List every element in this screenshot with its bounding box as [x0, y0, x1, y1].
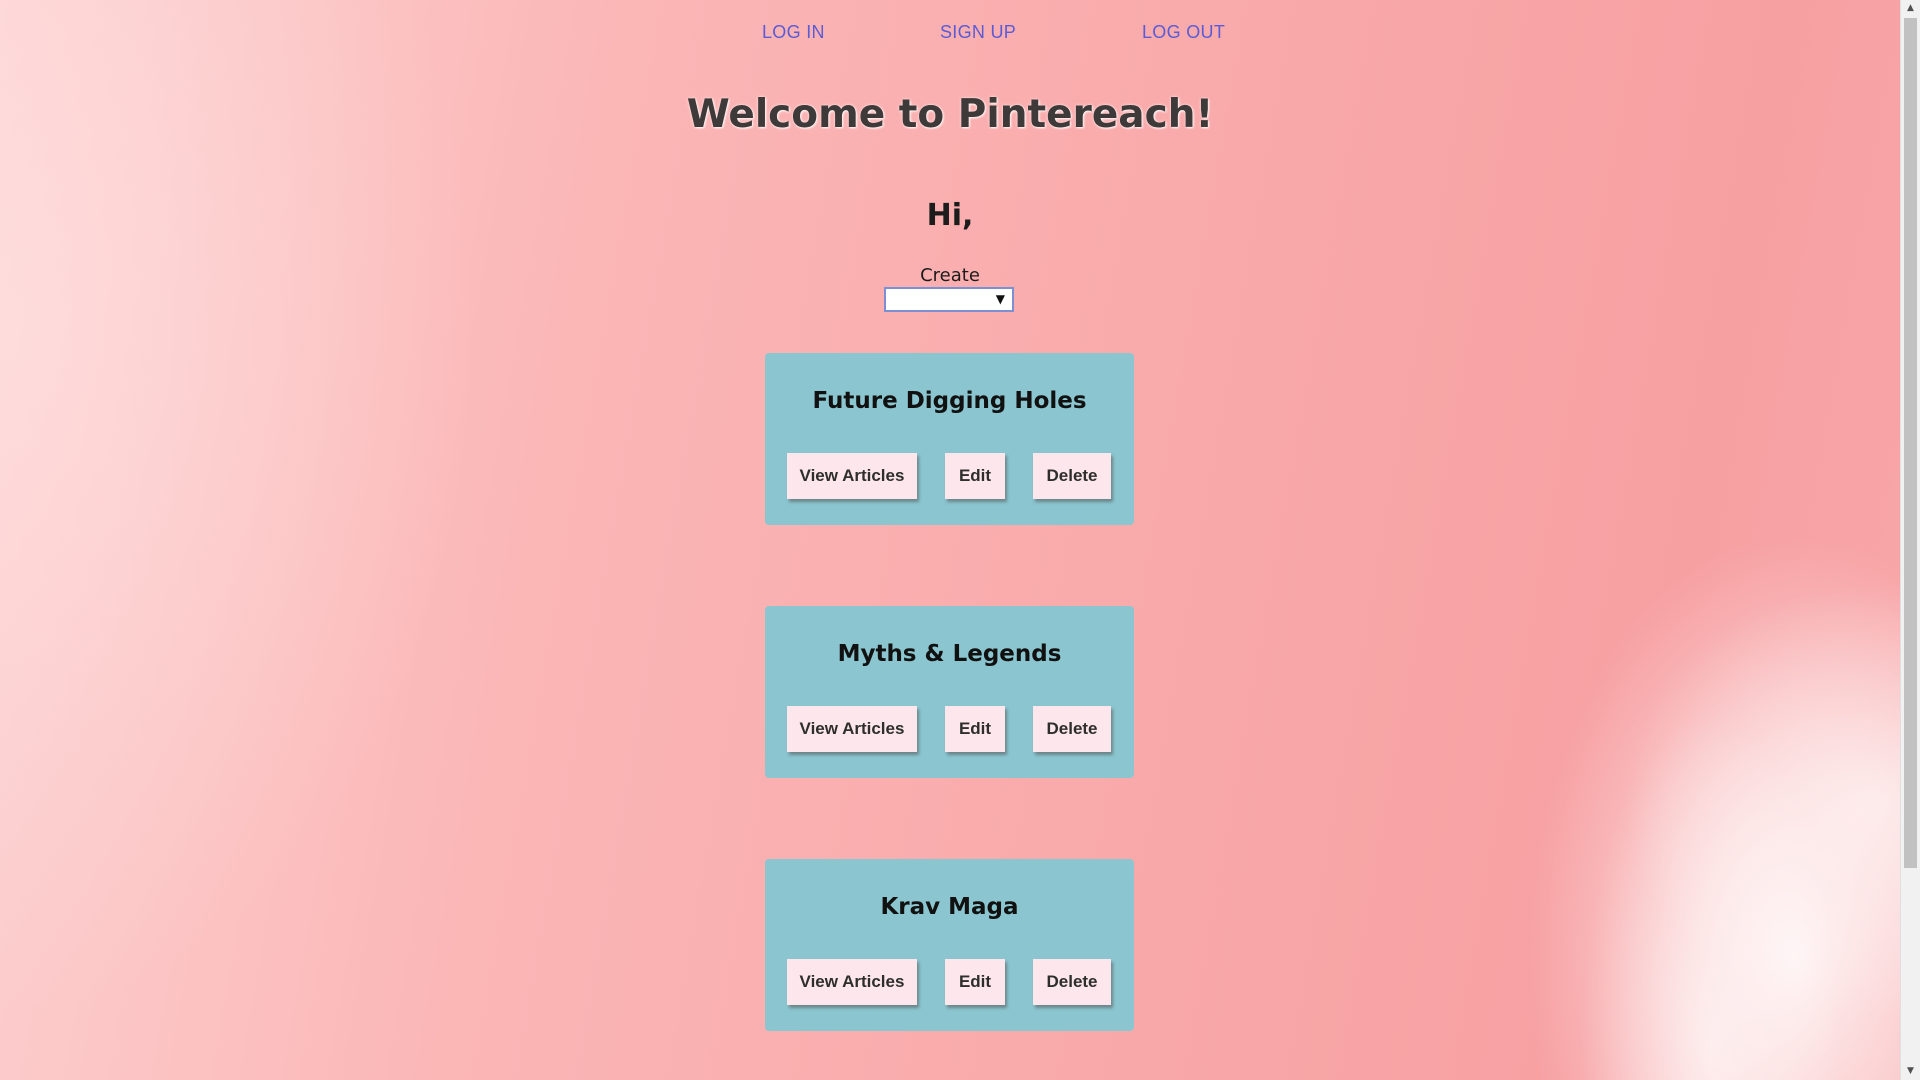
- page: LOG IN SIGN UP LOG OUT Welcome to Pinter…: [0, 0, 1900, 1080]
- scrollbar-thumb[interactable]: [1904, 18, 1917, 868]
- greeting: Hi,: [926, 198, 974, 233]
- scroll-up-arrow-icon[interactable]: ▲: [1901, 0, 1920, 17]
- nav-logout-link[interactable]: LOG OUT: [1142, 22, 1225, 43]
- nav-signup-link[interactable]: SIGN UP: [940, 22, 1016, 43]
- create-select[interactable]: ▼: [884, 287, 1014, 312]
- nav-login-link[interactable]: LOG IN: [762, 22, 825, 43]
- view-articles-button[interactable]: View Articles: [787, 453, 917, 499]
- board-card: Myths & Legends View Articles Edit Delet…: [765, 606, 1134, 778]
- create-label: Create: [920, 265, 980, 286]
- edit-button[interactable]: Edit: [945, 453, 1005, 499]
- view-articles-button[interactable]: View Articles: [787, 706, 917, 752]
- board-card: Future Digging Holes View Articles Edit …: [765, 353, 1134, 525]
- delete-button[interactable]: Delete: [1033, 453, 1111, 499]
- edit-button[interactable]: Edit: [945, 959, 1005, 1005]
- scroll-down-arrow-icon[interactable]: ▼: [1901, 1063, 1920, 1080]
- board-title: Krav Maga: [880, 894, 1019, 920]
- delete-button[interactable]: Delete: [1033, 706, 1111, 752]
- chevron-down-icon: ▼: [995, 292, 1005, 306]
- board-card: Krav Maga View Articles Edit Delete: [765, 859, 1134, 1031]
- page-title: Welcome to Pintereach!: [686, 92, 1214, 137]
- board-title: Myths & Legends: [837, 641, 1062, 667]
- board-title: Future Digging Holes: [812, 388, 1087, 414]
- top-nav: LOG IN SIGN UP LOG OUT: [0, 22, 1900, 46]
- delete-button[interactable]: Delete: [1033, 959, 1111, 1005]
- edit-button[interactable]: Edit: [945, 706, 1005, 752]
- view-articles-button[interactable]: View Articles: [787, 959, 917, 1005]
- vertical-scrollbar[interactable]: ▲ ▼: [1900, 0, 1920, 1080]
